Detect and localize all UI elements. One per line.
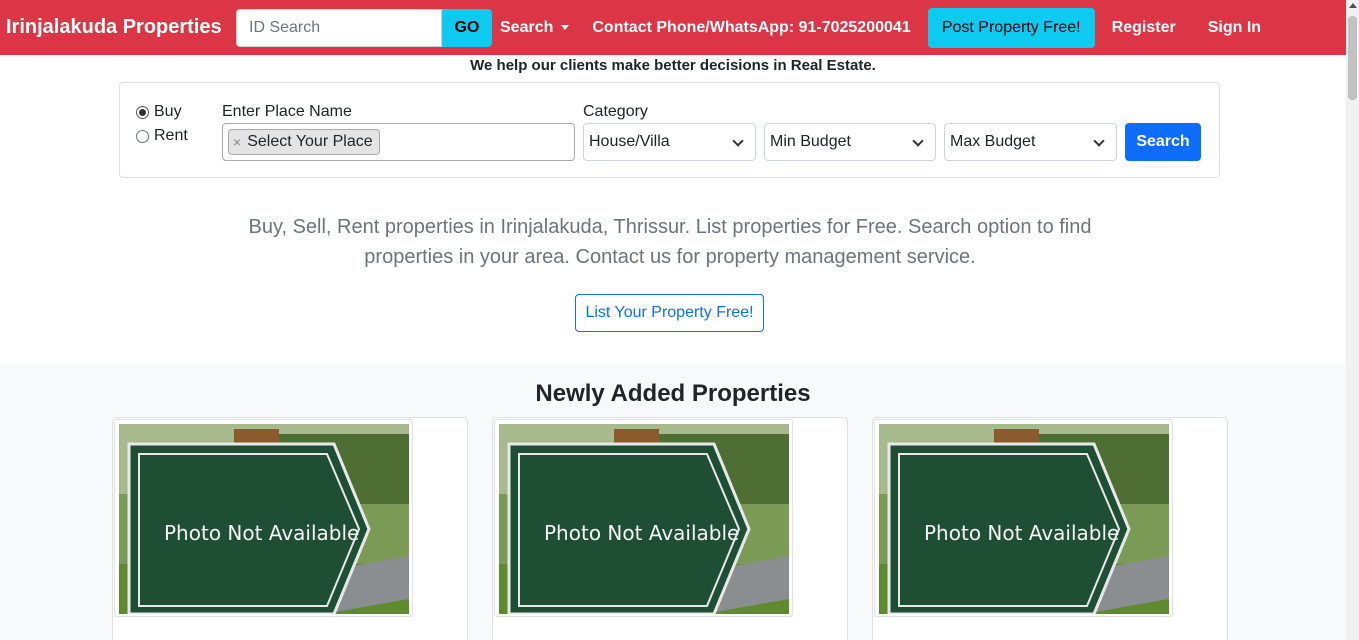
section-title: Newly Added Properties	[535, 380, 811, 407]
scroll-up-arrow-icon[interactable]	[1349, 3, 1357, 8]
category-selected-value: House/Villa	[589, 133, 670, 150]
photo-not-available-text: Photo Not Available	[164, 521, 359, 545]
register-link[interactable]: Register	[1112, 19, 1176, 37]
photo-not-available-text: Photo Not Available	[924, 521, 1119, 545]
chevron-down-icon	[912, 135, 924, 147]
place-field-label: Enter Place Name	[222, 103, 352, 120]
place-select-input[interactable]: × Select Your Place	[222, 123, 575, 161]
buy-radio-option[interactable]: Buy	[136, 103, 182, 121]
id-search-group: ID Search GO	[236, 8, 492, 47]
list-property-button[interactable]: List Your Property Free!	[575, 294, 764, 332]
search-button[interactable]: Search	[1125, 123, 1201, 161]
max-budget-value: Max Budget	[950, 133, 1036, 150]
rent-radio-button[interactable]	[136, 129, 149, 143]
category-select[interactable]: House/Villa	[583, 123, 756, 161]
rent-radio-option[interactable]: Rent	[136, 127, 188, 145]
search-menu-label: Search	[500, 18, 554, 36]
property-thumbnail[interactable]: Photo Not Available	[494, 419, 793, 617]
chevron-down-icon	[732, 135, 744, 147]
photo-not-available-image: Photo Not Available	[119, 424, 409, 614]
property-search-form: Buy Rent Enter Place Name × Select Your …	[119, 82, 1220, 178]
rent-label: Rent	[154, 127, 188, 144]
tagline: We help our clients make better decision…	[470, 57, 876, 74]
remove-chip-icon[interactable]: ×	[233, 134, 241, 150]
chevron-down-icon	[1093, 135, 1105, 147]
go-button[interactable]: GO	[442, 8, 492, 47]
min-budget-select[interactable]: Min Budget	[764, 123, 936, 161]
brand-logo-text[interactable]: Irinjalakuda Properties	[6, 16, 228, 39]
caret-down-icon	[561, 25, 570, 30]
place-chip: × Select Your Place	[228, 129, 380, 155]
photo-not-available-image: Photo Not Available	[879, 424, 1169, 614]
newly-added-section: Newly Added Properties Photo Not Availab…	[0, 364, 1346, 640]
scrollbar-thumb[interactable]	[1348, 16, 1357, 100]
post-property-button[interactable]: Post Property Free!	[927, 7, 1095, 48]
photo-not-available-text: Photo Not Available	[544, 521, 739, 545]
category-field-label: Category	[583, 103, 648, 120]
buy-radio-button[interactable]	[136, 105, 149, 119]
property-thumbnail[interactable]: Photo Not Available	[114, 419, 413, 617]
min-budget-value: Min Budget	[770, 133, 851, 150]
max-budget-select[interactable]: Max Budget	[944, 123, 1117, 161]
search-dropdown-toggle[interactable]: Search	[500, 18, 570, 37]
buy-label: Buy	[154, 103, 182, 120]
property-card[interactable]: Photo Not Available	[872, 417, 1228, 640]
intro-text: Buy, Sell, Rent properties in Irinjalaku…	[248, 216, 1092, 268]
id-search-input[interactable]: ID Search	[236, 8, 442, 47]
photo-not-available-image: Photo Not Available	[499, 424, 789, 614]
top-navbar: Irinjalakuda Properties ID Search GO Sea…	[0, 0, 1346, 55]
sign-in-link[interactable]: Sign In	[1208, 19, 1261, 37]
page-scrollbar[interactable]	[1346, 0, 1359, 640]
contact-link[interactable]: Contact Phone/WhatsApp: 91-7025200041	[592, 19, 910, 37]
property-card[interactable]: Photo Not Available	[492, 417, 848, 640]
property-card[interactable]: Photo Not Available	[112, 417, 468, 640]
place-chip-label: Select Your Place	[247, 133, 373, 150]
property-thumbnail[interactable]: Photo Not Available	[874, 419, 1173, 617]
